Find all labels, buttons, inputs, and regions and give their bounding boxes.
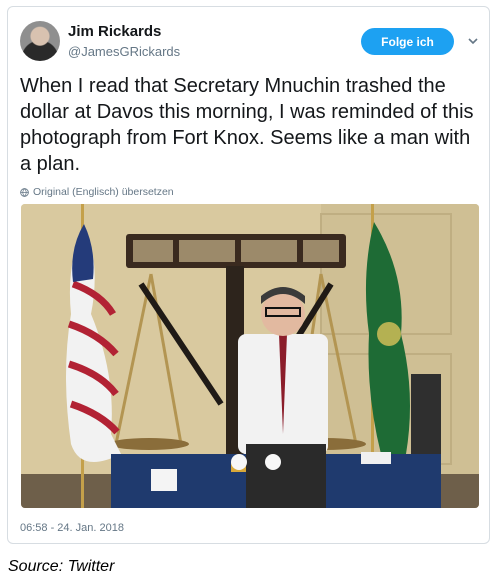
translate-label[interactable]: Original (Englisch) übersetzen xyxy=(33,186,174,198)
tweet-card: Jim Rickards @JamesGRickards Folge ich W… xyxy=(7,6,490,544)
follow-button[interactable]: Folge ich xyxy=(361,28,454,55)
author-handle[interactable]: @JamesGRickards xyxy=(68,44,180,59)
tweet-photo[interactable] xyxy=(21,204,479,508)
globe-icon xyxy=(20,187,29,197)
author-name[interactable]: Jim Rickards xyxy=(68,23,161,40)
chevron-down-icon[interactable] xyxy=(466,34,480,48)
tweet-text: When I read that Secretary Mnuchin trash… xyxy=(20,75,474,175)
photo-illustration xyxy=(21,204,479,508)
translate-link[interactable]: Original (Englisch) übersetzen xyxy=(20,186,174,198)
tweet-timestamp[interactable]: 06:58 - 24. Jan. 2018 xyxy=(20,522,124,534)
avatar[interactable] xyxy=(20,21,60,61)
source-caption: Source: Twitter xyxy=(8,558,115,575)
